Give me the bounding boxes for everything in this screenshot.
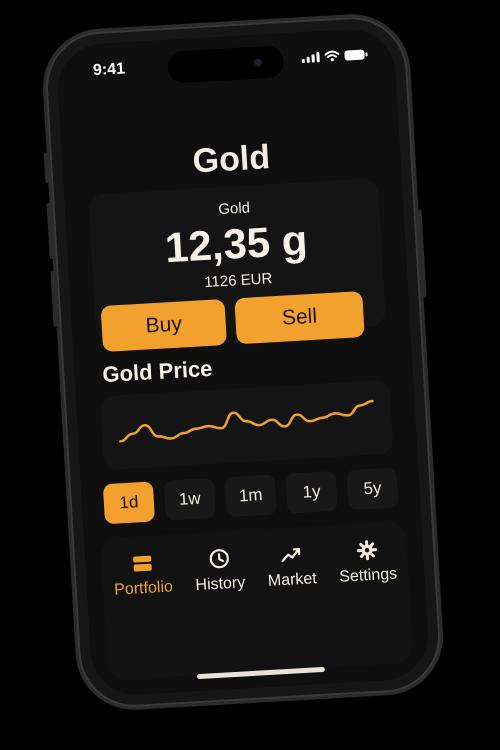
range-1d-button[interactable]: 1d: [102, 481, 156, 525]
phone-frame: 9:41 Gold Gold 12,35 g 1126 EUR Buy Sell: [42, 14, 444, 710]
mute-switch: [43, 152, 50, 184]
trend-up-icon: [281, 548, 300, 563]
gear-icon: [356, 540, 377, 561]
tab-history-label: History: [195, 574, 246, 595]
tab-market-label: Market: [267, 570, 318, 590]
dynamic-island: [167, 45, 285, 84]
time-range-selector: 1d 1w 1m 1y 5y: [102, 467, 399, 525]
wifi-icon: [324, 50, 340, 62]
wallet-icon: [132, 555, 152, 572]
stage: 9:41 Gold Gold 12,35 g 1126 EUR Buy Sell: [0, 0, 500, 750]
tab-bar: Portfolio History Market Settings: [99, 520, 414, 681]
price-chart[interactable]: [99, 379, 394, 471]
power-button: [417, 209, 427, 298]
clock-icon: [209, 549, 229, 569]
range-1y-button[interactable]: 1y: [285, 470, 338, 514]
tab-history[interactable]: History: [193, 546, 246, 595]
price-chart-svg: [119, 399, 374, 443]
status-icons: [301, 49, 365, 64]
price-section-title: Gold Price: [101, 355, 214, 388]
tab-portfolio[interactable]: Portfolio: [112, 550, 173, 599]
range-1w-button[interactable]: 1w: [163, 477, 216, 521]
status-time: 9:41: [92, 60, 126, 80]
tab-portfolio-label: Portfolio: [113, 578, 174, 599]
range-1m-button[interactable]: 1m: [224, 474, 277, 518]
tab-settings[interactable]: Settings: [337, 538, 398, 587]
cellular-signal-icon: [301, 52, 320, 64]
buy-button[interactable]: Buy: [100, 298, 227, 353]
range-5y-button[interactable]: 5y: [346, 467, 399, 511]
tab-market[interactable]: Market: [266, 542, 317, 591]
sell-button[interactable]: Sell: [234, 291, 365, 345]
tab-settings-label: Settings: [338, 565, 398, 586]
volume-up-button: [46, 202, 54, 259]
balance-card: Gold 12,35 g 1126 EUR Buy Sell: [88, 177, 387, 353]
battery-icon: [344, 49, 365, 61]
camera-icon: [253, 58, 263, 67]
app-screen: 9:41 Gold Gold 12,35 g 1126 EUR Buy Sell: [55, 26, 431, 698]
price-line: [119, 399, 374, 443]
volume-down-button: [50, 270, 58, 327]
